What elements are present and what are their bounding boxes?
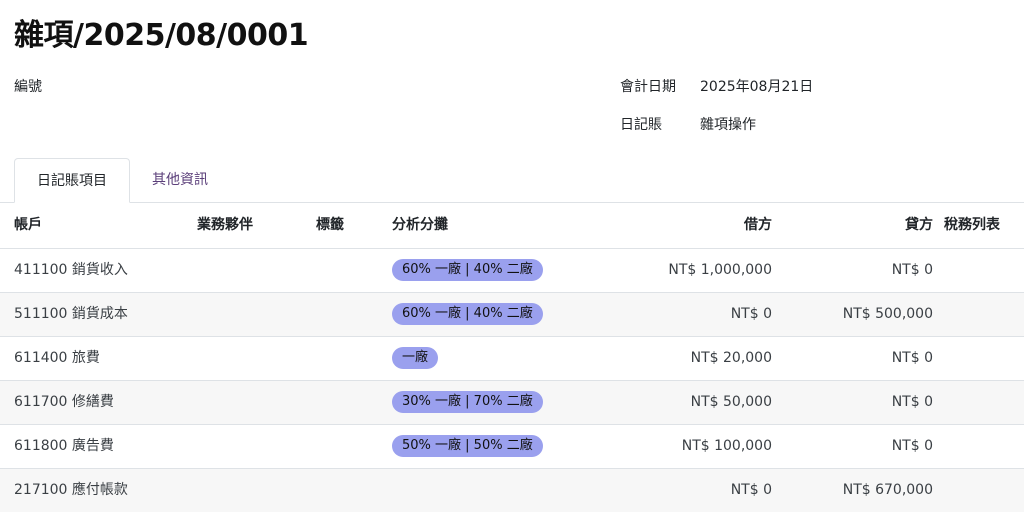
header-partner[interactable]: 業務夥伴 <box>197 203 253 248</box>
reference-label: 編號 <box>14 79 42 95</box>
tab-journal-items[interactable]: 日記賬項目 <box>14 158 130 203</box>
table-row[interactable]: 411100 銷貨收入 60% 一廠 | 40% 二廠 NT$ 1,000,00… <box>0 249 1024 293</box>
accounting-date-label: 會計日期 <box>620 79 676 95</box>
header-tax-grid[interactable]: 稅務列表 <box>944 203 1000 248</box>
row-credit[interactable]: NT$ 670,000 <box>843 469 933 512</box>
journal-items-table: 帳戶 業務夥伴 標籤 分析分攤 借方 貸方 稅務列表 411100 銷貨收入 6… <box>0 203 1024 512</box>
row-debit[interactable]: NT$ 0 <box>731 469 772 512</box>
journal-label: 日記賬 <box>620 117 662 133</box>
journal-field[interactable]: 雜項操作 <box>700 114 756 134</box>
table-row[interactable]: 611800 廣告費 50% 一廠 | 50% 二廠 NT$ 100,000 N… <box>0 425 1024 469</box>
notebook-tabs: 日記賬項目 其他資訊 <box>0 158 1024 203</box>
row-credit[interactable]: NT$ 0 <box>892 249 933 292</box>
header-credit[interactable]: 貸方 <box>905 203 933 248</box>
table-row[interactable]: 611700 修繕費 30% 一廠 | 70% 二廠 NT$ 50,000 NT… <box>0 381 1024 425</box>
record-title: 雜項/2025/08/0001 <box>14 18 309 53</box>
row-account[interactable]: 611800 廣告費 <box>14 425 114 468</box>
row-credit[interactable]: NT$ 0 <box>892 337 933 380</box>
analytic-tag[interactable]: 一廠 <box>392 347 439 369</box>
accounting-date-field[interactable]: 2025年08月21日 <box>700 76 813 96</box>
header-labels[interactable]: 標籤 <box>316 203 344 248</box>
tab-other-info[interactable]: 其他資訊 <box>134 158 226 202</box>
row-debit[interactable]: NT$ 1,000,000 <box>668 249 772 292</box>
table-row[interactable]: 611400 旅費 一廠 NT$ 20,000 NT$ 0 <box>0 337 1024 381</box>
row-account[interactable]: 411100 銷貨收入 <box>14 249 128 292</box>
header-analytic[interactable]: 分析分攤 <box>392 203 448 248</box>
row-debit[interactable]: NT$ 20,000 <box>691 337 772 380</box>
row-credit[interactable]: NT$ 500,000 <box>843 293 933 336</box>
header-account[interactable]: 帳戶 <box>14 203 42 248</box>
analytic-tag[interactable]: 50% 一廠 | 50% 二廠 <box>392 435 543 457</box>
analytic-tag[interactable]: 60% 一廠 | 40% 二廠 <box>392 303 543 325</box>
row-debit[interactable]: NT$ 50,000 <box>691 381 772 424</box>
row-account[interactable]: 611400 旅費 <box>14 337 100 380</box>
analytic-tag[interactable]: 60% 一廠 | 40% 二廠 <box>392 259 543 281</box>
analytic-tag[interactable]: 30% 一廠 | 70% 二廠 <box>392 391 543 413</box>
row-account[interactable]: 217100 應付帳款 <box>14 469 128 512</box>
table-row[interactable]: 217100 應付帳款 NT$ 0 NT$ 670,000 <box>0 469 1024 512</box>
row-debit[interactable]: NT$ 100,000 <box>682 425 772 468</box>
row-credit[interactable]: NT$ 0 <box>892 425 933 468</box>
row-account[interactable]: 511100 銷貨成本 <box>14 293 128 336</box>
table-header: 帳戶 業務夥伴 標籤 分析分攤 借方 貸方 稅務列表 <box>0 203 1024 249</box>
row-account[interactable]: 611700 修繕費 <box>14 381 114 424</box>
header-debit[interactable]: 借方 <box>744 203 772 248</box>
row-credit[interactable]: NT$ 0 <box>892 381 933 424</box>
row-debit[interactable]: NT$ 0 <box>731 293 772 336</box>
table-row[interactable]: 511100 銷貨成本 60% 一廠 | 40% 二廠 NT$ 0 NT$ 50… <box>0 293 1024 337</box>
